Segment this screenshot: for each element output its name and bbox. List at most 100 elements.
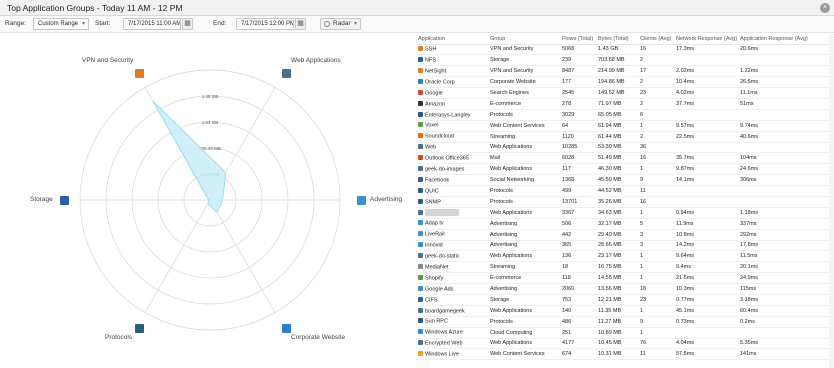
table-row[interactable]: Google Ads Advertising 2060 13.56 MB 18 10.3m… [416, 283, 834, 295]
table-row[interactable]: SSH VPN and Security 5068 1.43 GB 16 17.3ms 20… [416, 44, 834, 56]
table-cell: Streaming [488, 131, 560, 143]
table-row[interactable]: Windows Live Web Content Services 674 10.31… [416, 348, 834, 361]
radar-ring-label: 1.48 GB [202, 94, 219, 99]
table-row[interactable]: Outlook Office365 Mail 6028 51.49 MB 16 35.7m… [416, 152, 834, 165]
table-row[interactable]: Windows Azure Cloud Computing 251 10.89 MB 1 [416, 327, 834, 339]
table-cell: 6 [638, 109, 674, 121]
table-row[interactable]: QUIC Protocols 499 44.52 MB 11 [416, 185, 834, 197]
table-cell: 60.4ms [738, 305, 834, 317]
table-cell: 141ms [738, 348, 834, 361]
table-cell: 306ms [738, 174, 834, 187]
table-cell: 10.4ms [674, 76, 738, 89]
table-row[interactable]: NFS Storage 239 703.68 MB 2 [416, 54, 834, 67]
table-row[interactable]: Web Web Applications 10285 53.30 MB 36 [416, 142, 834, 154]
column-header[interactable]: Clients (Avg) [638, 34, 674, 45]
close-icon[interactable]: × [820, 3, 830, 13]
table-row[interactable]: Google Search Engines 2545 149.52 MB 23 4.02m… [416, 87, 834, 99]
table-cell: NetSight [416, 65, 488, 78]
table-row[interactable]: geek-do-images Web Applications 117 46.30 M… [416, 163, 834, 176]
app-icon [418, 318, 423, 324]
radar-ring-label: 1.04 GB [202, 120, 219, 125]
table-cell: 2545 [560, 87, 596, 99]
chart-type-select[interactable]: Radar ▾ [320, 18, 361, 30]
column-header[interactable]: Group [488, 34, 560, 45]
calendar-icon[interactable]: ▦ [182, 18, 193, 30]
table-cell [674, 142, 738, 154]
app-name: Shopify [425, 275, 444, 282]
table-cell: 23 [638, 294, 674, 306]
column-header[interactable]: Network Response (Avg) [674, 34, 738, 45]
table-row[interactable]: Shopify E-commerce 118 14.55 MB 1 21.5ms 24.9m… [416, 272, 834, 285]
applications-table-container: Application Group Flows (Total) Bytes (Tota… [416, 34, 834, 368]
calendar-icon[interactable]: ▦ [295, 18, 306, 30]
table-row[interactable]: Amazon E-commerce 278 71.97 MB 2 37.7ms 51ms [416, 98, 834, 110]
table-cell: 2060 [560, 283, 596, 295]
column-header[interactable]: Flows (Total) [560, 34, 596, 45]
table-cell: VPN and Security [488, 65, 560, 78]
table-cell: 177 [560, 76, 596, 89]
table-cell: geek-do-static [416, 250, 488, 263]
table-row[interactable]: MediaNet Streaming 18 16.75 MB 1 9.4ms 20.1ms [416, 261, 834, 274]
table-row[interactable]: SNMP Protocols 13701 35.26 MB 16 [416, 196, 834, 208]
table-cell: Mail [488, 152, 560, 165]
table-row[interactable]: Sun RPC Protocols 486 11.27 MB 9 0.73ms 0.2ms [416, 316, 834, 328]
app-name: SNMP [425, 199, 441, 206]
chevron-down-icon: ▾ [353, 21, 357, 27]
table-scrollbar[interactable] [829, 34, 834, 368]
table-cell: Amazon [416, 98, 488, 110]
table-cell [674, 54, 738, 67]
table-row[interactable]: Web Applications 3367 34.63 MB 1 0.94ms 1.18m… [416, 207, 834, 219]
table-cell: Social Networking [488, 174, 560, 187]
table-cell: 506 [560, 218, 596, 230]
column-header[interactable]: Bytes (Total) [596, 34, 638, 45]
radar-spoke [209, 199, 276, 313]
table-cell: 21.5ms [674, 272, 738, 285]
range-select[interactable]: Custom Range ▾ [33, 18, 89, 30]
table-cell: 11.27 MB [596, 316, 638, 328]
table-row[interactable]: LiveRail Advertising 442 29.49 MB 3 10.8ms 292… [416, 229, 834, 241]
table-cell: Shopify [416, 272, 488, 285]
axis-label-advertising: Advertising [370, 196, 403, 203]
table-cell: 16 [638, 152, 674, 165]
table-cell: 140 [560, 305, 596, 317]
table-row[interactable]: Innovid Advertising 365 28.66 MB 3 14.2ms 17.8… [416, 240, 834, 252]
table-row[interactable]: Facebook Social Networking 1368 45.50 MB 9 14… [416, 174, 834, 187]
table-cell: Innovid [416, 240, 488, 252]
table-cell: Protocols [488, 185, 560, 197]
app-icon [418, 67, 423, 73]
app-name: Enterasys-Langley [425, 112, 471, 119]
table-cell: 118 [560, 272, 596, 285]
table-cell: 1 [638, 163, 674, 176]
app-name: LiveRail [425, 231, 445, 238]
table-row[interactable]: Adap.tv Advertising 506 32.17 MB 5 11.9ms 337m… [416, 218, 834, 230]
table-row[interactable]: geek-do-static Web Applications 136 23.17 M… [416, 250, 834, 263]
table-cell: 9.87ms [674, 163, 738, 176]
table-cell [674, 185, 738, 197]
table-cell: Outlook Office365 [416, 152, 488, 165]
app-icon [418, 296, 423, 302]
table-cell: 2.02ms [674, 65, 738, 78]
column-header[interactable]: Application Response (Avg) [738, 34, 834, 45]
table-row[interactable]: CIFS Storage 753 12.21 MB 23 0.77ms 3.18ms [416, 294, 834, 306]
table-row[interactable]: Oracle Corp Corporate Website 177 194.86 MB… [416, 76, 834, 89]
app-icon [418, 187, 423, 193]
app-name: NetSight [425, 68, 447, 75]
table-row[interactable]: NetSight VPN and Security 8487 214.99 MB 17 2… [416, 65, 834, 78]
column-header[interactable]: Application [416, 34, 488, 45]
table-row[interactable]: Enterasys-Langley Protocols 3029 65.05 MB 6 [416, 109, 834, 121]
table-row[interactable]: boardgamegeek Web Applications 140 11.35 MB… [416, 305, 834, 317]
table-cell: Web Applications [488, 142, 560, 154]
table-cell: 20.6ms [738, 44, 834, 56]
table-row[interactable]: Voxel Web Content Services 64 61.94 MB 1 9.57… [416, 120, 834, 132]
table-cell: Sun RPC [416, 316, 488, 328]
start-datetime-input[interactable]: 7/17/2015 11:00 AM [123, 18, 181, 30]
table-cell: 3 [638, 229, 674, 241]
table-cell: VPN and Security [488, 44, 560, 56]
table-cell: Web Applications [488, 250, 560, 263]
table-cell: Web Content Services [488, 120, 560, 132]
table-row[interactable]: Encrypted Web Web Applications 4177 10.45 M… [416, 338, 834, 350]
table-row[interactable]: Soundcloud Streaming 1120 61.44 MB 2 22.5ms 40… [416, 131, 834, 143]
app-name: boardgamegeek [425, 308, 465, 315]
table-cell [674, 327, 738, 339]
end-datetime-input[interactable]: 7/17/2015 12:00 PM [236, 18, 294, 30]
